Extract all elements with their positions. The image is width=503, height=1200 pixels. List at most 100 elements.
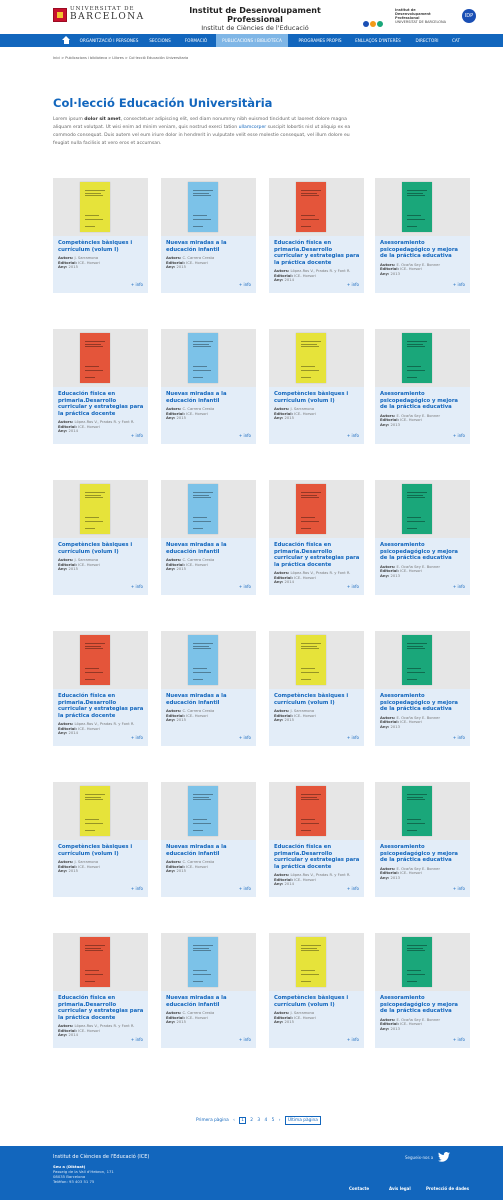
book-card[interactable]: Educación física en primaria.Desarrollo … (269, 782, 364, 897)
more-info-link[interactable]: + info (453, 886, 465, 891)
pagination-page-5[interactable]: 5 (272, 1118, 275, 1123)
book-cover-image[interactable] (296, 182, 326, 232)
footer-link-contacte[interactable]: Contacte (349, 1186, 369, 1191)
footer-link-avis-legal[interactable]: Avís legal (389, 1186, 411, 1191)
book-cover-image[interactable] (188, 786, 218, 836)
more-info-link[interactable]: + info (239, 433, 251, 438)
breadcrumb[interactable]: Inici > Publicacions i biblioteca > Llib… (53, 56, 188, 60)
nav-item-directori[interactable]: Directori (412, 34, 442, 47)
book-title[interactable]: Educación física en primaria.Desarrollo … (58, 391, 144, 417)
book-title[interactable]: Educación física en primaria.Desarrollo … (274, 844, 360, 870)
nav-item-enllacos[interactable]: Enllaços d'interès (350, 34, 406, 47)
book-cover-image[interactable] (296, 937, 326, 987)
book-cover-image[interactable] (402, 333, 432, 383)
more-info-link[interactable]: + info (131, 735, 143, 740)
book-title[interactable]: Asesoramiento psicopedagógico y mejora d… (380, 240, 466, 260)
book-card[interactable]: Nuevas miradas a la educación infantil Au… (161, 782, 256, 897)
nav-item-formacio[interactable]: Formació (180, 34, 212, 47)
book-cover-image[interactable] (296, 786, 326, 836)
book-card[interactable]: Nuevas miradas a la educación infantil Au… (161, 480, 256, 595)
book-title[interactable]: Asesoramiento psicopedagógico y mejora d… (380, 391, 466, 411)
language-selector[interactable]: Cat (446, 34, 466, 47)
book-cover-image[interactable] (402, 182, 432, 232)
more-info-link[interactable]: + info (131, 584, 143, 589)
book-title[interactable]: Educación física en primaria.Desarrollo … (274, 542, 360, 568)
more-info-link[interactable]: + info (347, 584, 359, 589)
more-info-link[interactable]: + info (347, 282, 359, 287)
book-cover-image[interactable] (402, 786, 432, 836)
more-info-link[interactable]: + info (239, 886, 251, 891)
more-info-link[interactable]: + info (347, 886, 359, 891)
idp-round-logo[interactable]: IDP (462, 9, 476, 23)
book-title[interactable]: Competències bàsiques i currículum (volu… (274, 995, 360, 1008)
book-card[interactable]: Asesoramiento psicopedagógico y mejora d… (375, 480, 470, 595)
book-card[interactable]: Nuevas miradas a la educación infantil Au… (161, 631, 256, 746)
book-card[interactable]: Nuevas miradas a la educación infantil Au… (161, 178, 256, 293)
pagination-page-2[interactable]: 2 (250, 1118, 253, 1123)
nav-item-seccions[interactable]: Seccions (143, 34, 177, 47)
more-info-link[interactable]: + info (131, 282, 143, 287)
book-title[interactable]: Nuevas miradas a la educación infantil (166, 844, 252, 857)
book-card[interactable]: Competències bàsiques i currículum (volu… (269, 933, 364, 1048)
nav-item-organitzacio[interactable]: Organització i persones (78, 34, 140, 47)
book-cover-image[interactable] (296, 635, 326, 685)
book-cover-image[interactable] (80, 182, 110, 232)
more-info-link[interactable]: + info (239, 584, 251, 589)
book-card[interactable]: Asesoramiento psicopedagógico y mejora d… (375, 631, 470, 746)
pagination-first[interactable]: Primera pàgina (196, 1118, 229, 1123)
book-title[interactable]: Competències bàsiques i currículum (volu… (274, 693, 360, 706)
pagination-page-3[interactable]: 3 (257, 1118, 260, 1123)
pagination-page-1[interactable]: 1 (239, 1117, 246, 1124)
book-card[interactable]: Nuevas miradas a la educación infantil Au… (161, 933, 256, 1048)
book-title[interactable]: Nuevas miradas a la educación infantil (166, 240, 252, 253)
book-cover-image[interactable] (80, 937, 110, 987)
pagination-prev[interactable]: ‹ (233, 1118, 235, 1123)
book-title[interactable]: Asesoramiento psicopedagógico y mejora d… (380, 844, 466, 864)
pagination-last[interactable]: Última pàgina (284, 1116, 321, 1125)
ub-shield-logo[interactable] (53, 8, 67, 22)
book-title[interactable]: Asesoramiento psicopedagógico y mejora d… (380, 693, 466, 713)
book-cover-image[interactable] (80, 635, 110, 685)
more-info-link[interactable]: + info (239, 282, 251, 287)
book-card[interactable]: Educación física en primaria.Desarrollo … (53, 329, 148, 444)
home-icon[interactable] (62, 36, 70, 44)
book-title[interactable]: Nuevas miradas a la educación infantil (166, 995, 252, 1008)
book-card[interactable]: Competències bàsiques i currículum (volu… (53, 178, 148, 293)
book-title[interactable]: Competències bàsiques i currículum (volu… (58, 542, 144, 555)
book-card[interactable]: Asesoramiento psicopedagógico y mejora d… (375, 329, 470, 444)
book-cover-image[interactable] (402, 635, 432, 685)
book-title[interactable]: Competències bàsiques i currículum (volu… (58, 844, 144, 857)
book-cover-image[interactable] (188, 182, 218, 232)
more-info-link[interactable]: + info (453, 1037, 465, 1042)
book-card[interactable]: Asesoramiento psicopedagógico y mejora d… (375, 782, 470, 897)
intro-link[interactable]: ullamcorper (239, 125, 267, 130)
book-cover-image[interactable] (402, 484, 432, 534)
book-card[interactable]: Educación física en primaria.Desarrollo … (53, 933, 148, 1048)
more-info-link[interactable]: + info (453, 584, 465, 589)
more-info-link[interactable]: + info (347, 735, 359, 740)
book-title[interactable]: Competències bàsiques i currículum (volu… (58, 240, 144, 253)
book-cover-image[interactable] (188, 333, 218, 383)
book-title[interactable]: Nuevas miradas a la educación infantil (166, 693, 252, 706)
book-cover-image[interactable] (188, 484, 218, 534)
book-title[interactable]: Educación física en primaria.Desarrollo … (58, 693, 144, 719)
book-cover-image[interactable] (80, 484, 110, 534)
book-card[interactable]: Asesoramiento psicopedagógico y mejora d… (375, 178, 470, 293)
book-card[interactable]: Competències bàsiques i currículum (volu… (53, 480, 148, 595)
book-cover-image[interactable] (402, 937, 432, 987)
book-cover-image[interactable] (188, 635, 218, 685)
more-info-link[interactable]: + info (131, 433, 143, 438)
book-cover-image[interactable] (80, 333, 110, 383)
more-info-link[interactable]: + info (239, 1037, 251, 1042)
book-title[interactable]: Asesoramiento psicopedagógico y mejora d… (380, 995, 466, 1015)
more-info-link[interactable]: + info (347, 433, 359, 438)
ub-logo-text[interactable]: UNIVERSITAT DE BARCELONA (70, 6, 145, 22)
idp-dots-logo[interactable] (363, 12, 384, 31)
book-card[interactable]: Nuevas miradas a la educación infantil Au… (161, 329, 256, 444)
nav-item-publicacions[interactable]: Publicacions i biblioteca (216, 34, 288, 47)
book-title[interactable]: Nuevas miradas a la educación infantil (166, 542, 252, 555)
book-title[interactable]: Competències bàsiques i currículum (volu… (274, 391, 360, 404)
footer-link-proteccio-dades[interactable]: Protecció de dades (426, 1186, 469, 1191)
book-cover-image[interactable] (296, 333, 326, 383)
book-card[interactable]: Educación física en primaria.Desarrollo … (269, 480, 364, 595)
